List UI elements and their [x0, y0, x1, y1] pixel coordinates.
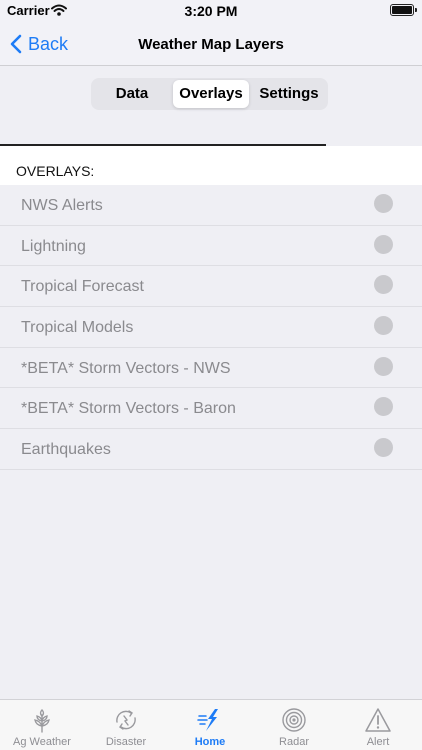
segment-data[interactable]: Data: [95, 80, 169, 108]
overlay-toggle[interactable]: [374, 397, 393, 417]
status-time: 3:20 PM: [184, 3, 238, 19]
navigation-bar: Back Weather Map Layers: [0, 22, 422, 66]
overlay-row-tropical-forecast[interactable]: Tropical Forecast: [0, 266, 422, 308]
overlay-list: NWS Alerts Lightning Tropical Forecast T…: [0, 185, 422, 470]
overlay-toggle[interactable]: [374, 356, 393, 376]
tab-label: Radar: [279, 736, 309, 748]
overlay-label: Lightning: [21, 237, 86, 255]
overlay-row-nws-alerts[interactable]: NWS Alerts: [0, 185, 422, 226]
overlay-label: Tropical Forecast: [21, 278, 144, 296]
home-lightning-icon: [197, 709, 218, 731]
status-bar: Carrier 3:20 PM: [0, 0, 422, 22]
overlay-toggle[interactable]: [374, 194, 393, 213]
overlay-toggle[interactable]: [374, 275, 393, 295]
segment-overlays[interactable]: Overlays: [173, 80, 249, 108]
overlay-row-lightning[interactable]: Lightning: [0, 225, 422, 267]
overlay-row-tropical-models[interactable]: Tropical Models: [0, 307, 422, 348]
tab-ag-weather[interactable]: Ag Weather: [0, 700, 84, 750]
tab-home[interactable]: Home: [168, 700, 252, 750]
overlay-row-earthquakes[interactable]: Earthquakes: [0, 429, 422, 470]
tab-radar[interactable]: Radar: [252, 700, 336, 750]
tab-label: Home: [194, 736, 226, 748]
overlay-row-storm-vectors-nws[interactable]: *BETA* Storm Vectors - NWS: [0, 347, 422, 389]
overlay-label: Tropical Models: [21, 319, 134, 337]
segment-area: Data Overlays Settings: [0, 67, 422, 146]
disaster-icon: [116, 710, 136, 730]
tab-alert[interactable]: Alert: [336, 700, 420, 750]
overlay-toggle[interactable]: [374, 438, 393, 458]
section-header: OVERLAYS:: [0, 146, 422, 185]
radar-icon: [282, 708, 306, 732]
alert-triangle-icon: [365, 708, 391, 732]
overlay-row-storm-vectors-baron[interactable]: *BETA* Storm Vectors - Baron: [0, 388, 422, 430]
battery-icon: [390, 4, 417, 16]
overlay-toggle[interactable]: [374, 316, 393, 336]
page-title: Weather Map Layers: [138, 36, 284, 53]
overlay-label: NWS Alerts: [21, 197, 103, 214]
section-header-label: OVERLAYS:: [16, 163, 95, 179]
tab-label: Alert: [366, 736, 390, 748]
overlay-toggle[interactable]: [374, 234, 393, 254]
tab-disaster[interactable]: Disaster: [84, 700, 168, 750]
tab-label: Disaster: [105, 736, 147, 748]
overlay-label: *BETA* Storm Vectors - Baron: [21, 400, 236, 418]
wheat-icon: [34, 709, 50, 733]
tab-bar: Ag Weather Disaster Home Radar Alert: [0, 699, 422, 750]
segment-settings[interactable]: Settings: [253, 80, 325, 108]
overlay-label: Earthquakes: [21, 441, 111, 459]
tab-label: Ag Weather: [13, 736, 71, 748]
overlay-label: *BETA* Storm Vectors - NWS: [21, 359, 231, 377]
layer-segmented-control: Data Overlays Settings: [91, 78, 328, 110]
